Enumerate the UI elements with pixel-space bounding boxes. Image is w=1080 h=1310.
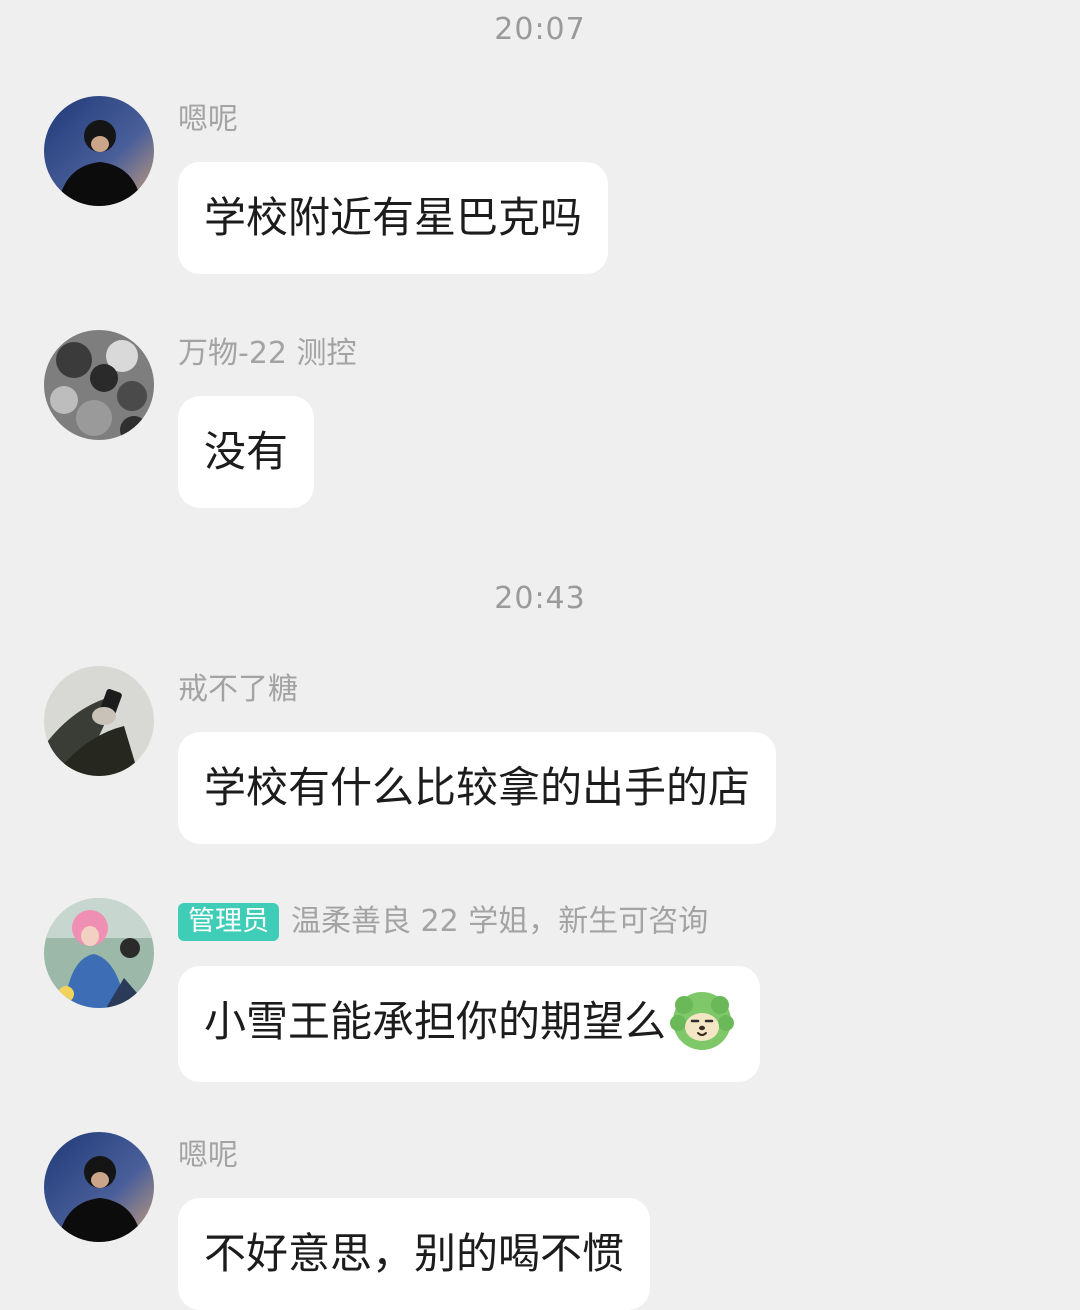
sender-row: 万物-22 测控 xyxy=(178,334,357,374)
sender-row: 管理员 温柔善良 22 学姐，新生可咨询 xyxy=(178,902,708,942)
sender-name: 戒不了糖 xyxy=(178,672,298,707)
sender-name: 温柔善良 22 学姐，新生可咨询 xyxy=(291,904,709,939)
avatar-hand-phone-icon[interactable] xyxy=(44,666,154,776)
avatar-man-dark-icon[interactable] xyxy=(44,96,154,206)
message-bubble[interactable]: 学校附近有星巴克吗 xyxy=(178,162,609,274)
sender-row: 嗯呢 xyxy=(178,1136,238,1176)
avatar-man-dark-icon[interactable] xyxy=(44,1132,154,1242)
sender-name: 万物-22 测控 xyxy=(178,336,357,371)
message-item: 万物-22 测控 没有 xyxy=(44,330,1044,510)
message-item: 嗯呢 学校附近有星巴克吗 xyxy=(44,96,1044,276)
sender-row: 嗯呢 xyxy=(178,100,238,140)
sender-name: 嗯呢 xyxy=(178,102,238,137)
avatar-group-photo-icon[interactable] xyxy=(44,330,154,440)
timestamp: 20:43 xyxy=(494,581,586,616)
message-bubble[interactable]: 小雪王能承担你的期望么 xyxy=(178,966,761,1082)
green-dog-sticker-icon xyxy=(670,989,735,1053)
message-bubble[interactable]: 不好意思，别的喝不惯 xyxy=(178,1198,651,1310)
avatar-pink-hair-icon[interactable] xyxy=(44,898,154,1008)
message-item: 戒不了糖 学校有什么比较拿的出手的店 xyxy=(44,666,1044,846)
timestamp: 20:07 xyxy=(494,12,586,47)
admin-badge: 管理员 xyxy=(178,903,279,941)
sender-row: 戒不了糖 xyxy=(178,670,298,710)
message-text: 小雪王能承担你的期望么 xyxy=(204,997,667,1046)
message-bubble[interactable]: 学校有什么比较拿的出手的店 xyxy=(178,732,777,844)
message-bubble[interactable]: 没有 xyxy=(178,396,315,508)
chat-window: 20:07 嗯呢 学校附近有星巴克吗 万物-22 测控 没有 20:43 戒不了… xyxy=(0,0,1080,1310)
message-item: 嗯呢 不好意思，别的喝不惯 xyxy=(44,1132,1044,1310)
message-item: 管理员 温柔善良 22 学姐，新生可咨询 小雪王能承担你的期望么 xyxy=(44,898,1044,1082)
sender-name: 嗯呢 xyxy=(178,1138,238,1173)
